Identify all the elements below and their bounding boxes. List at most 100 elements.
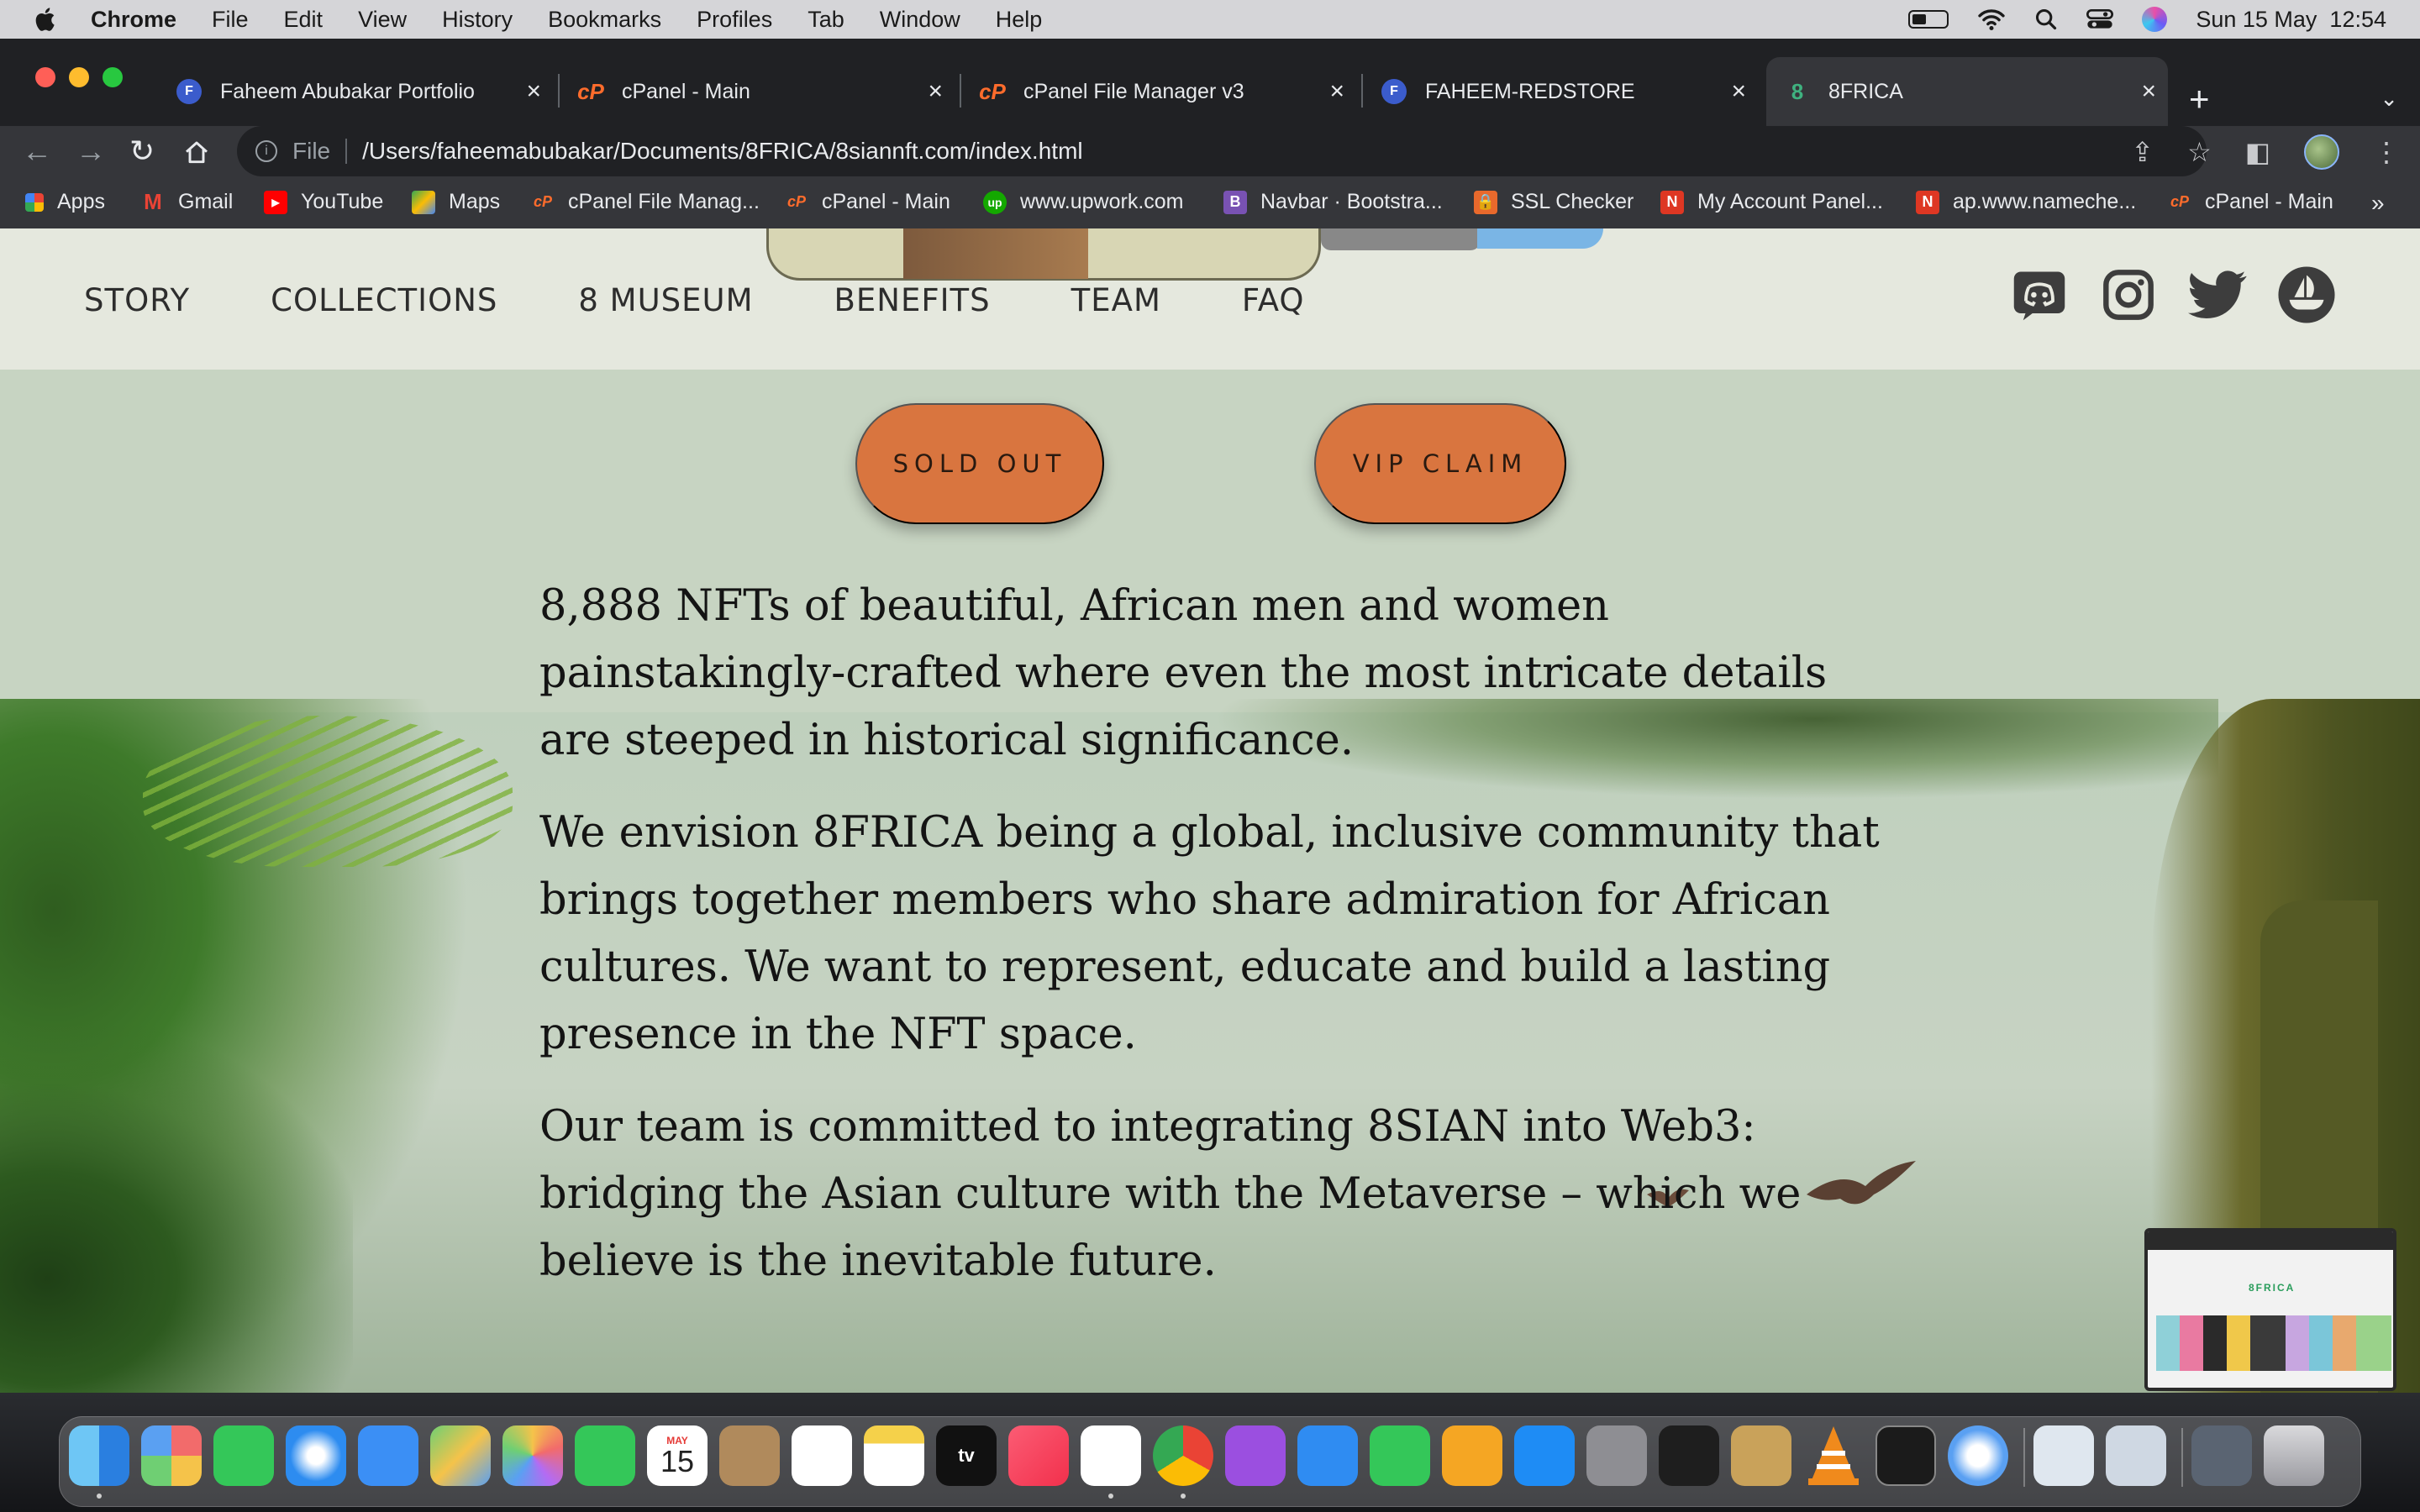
twitter-icon[interactable] [2188,265,2247,324]
maps-icon[interactable] [430,1425,491,1486]
menu-file[interactable]: File [212,7,249,33]
preview-icon[interactable] [2033,1425,2094,1486]
web-page-viewport[interactable]: STORY COLLECTIONS 8 MUSEUM BENEFITS TEAM… [0,228,2420,1393]
tab-cpanel-main[interactable]: cP cPanel - Main × [561,57,955,126]
menu-view[interactable]: View [358,7,407,33]
profile-avatar[interactable] [2304,134,2339,170]
keynote-icon[interactable] [1297,1425,1358,1486]
discord-icon[interactable] [2010,265,2069,324]
bookmark-maps[interactable]: Maps [412,190,500,214]
nav-link-faq[interactable]: FAQ [1242,282,1305,318]
bookmark-gmail[interactable]: M Gmail [141,189,233,214]
nav-link-8-museum[interactable]: 8 MUSEUM [578,282,753,318]
window-close-button[interactable] [35,67,55,87]
music-icon[interactable] [1008,1425,1069,1486]
menu-history[interactable]: History [442,7,513,33]
instagram-icon[interactable] [2099,265,2158,324]
spotlight-search-icon[interactable] [2034,8,2058,31]
bookmark-ssl-checker[interactable]: 🔒 SSL Checker [1474,190,1634,214]
sold-out-button[interactable]: SOLD OUT [855,403,1104,524]
menu-tab[interactable]: Tab [808,7,844,33]
menu-bookmarks[interactable]: Bookmarks [548,7,661,33]
finder-icon[interactable] [69,1425,129,1486]
site-info-icon[interactable]: i [255,140,277,162]
tab-close-icon[interactable]: × [928,77,943,106]
tab-cpanel-file-manager[interactable]: cP cPanel File Manager v3 × [963,57,1356,126]
back-arrow-icon[interactable]: ← [22,136,52,166]
tab-close-icon[interactable]: × [1329,77,1344,106]
tab-8frica[interactable]: 8 8FRICA × [1766,57,2168,126]
figma-icon[interactable] [1659,1425,1719,1486]
vip-claim-button[interactable]: VIP CLAIM [1314,403,1566,524]
bookmark-upwork[interactable]: up www.upwork.com [983,190,1184,214]
menu-window[interactable]: Window [880,7,960,33]
url-text[interactable]: /Users/faheemabubakar/Documents/8FRICA/8… [362,138,1083,165]
battery-icon[interactable] [1908,10,1949,29]
bookmark-my-account-panel[interactable]: N My Account Panel... [1660,190,1883,214]
launchpad-icon[interactable] [141,1425,202,1486]
menu-edit[interactable]: Edit [284,7,324,33]
screenshot-icon[interactable] [2106,1425,2166,1486]
bookmark-cpanel-file-manager[interactable]: cP cPanel File Manag... [531,190,760,214]
appletv-icon[interactable]: tv [936,1425,997,1486]
window-minimize-button[interactable] [69,67,89,87]
address-bar[interactable]: i File /Users/faheemabubakar/Documents/8… [237,126,2207,176]
nav-link-story[interactable]: STORY [84,282,190,318]
terminal-icon[interactable] [1876,1425,1936,1486]
screenshot-thumbnail-preview[interactable]: 8FRICA [2144,1228,2396,1391]
bookmark-namecheap[interactable]: N ap.www.nameche... [1916,190,2136,214]
tab-faheem-redstore[interactable]: F FAHEEM-REDSTORE × [1365,57,1758,126]
trash-icon[interactable] [2264,1425,2324,1486]
calendar-icon[interactable]: MAY 15 [647,1425,708,1486]
chrome-menu-icon[interactable]: ⋮ [2373,136,2400,168]
tab-close-icon[interactable]: × [526,77,541,106]
archive-utility-icon[interactable] [1731,1425,1791,1486]
contacts-icon[interactable] [719,1425,780,1486]
facetime-icon[interactable] [575,1425,635,1486]
forward-arrow-icon[interactable]: → [76,136,106,166]
system-preferences-icon[interactable] [1586,1425,1647,1486]
menu-help[interactable]: Help [996,7,1043,33]
nav-link-collections[interactable]: COLLECTIONS [271,282,497,318]
nav-link-benefits[interactable]: BENEFITS [834,282,991,318]
menu-bar-clock[interactable]: Sun 15 May 12:54 [2196,7,2386,33]
tab-close-icon[interactable]: × [2141,77,2156,106]
podcasts-icon[interactable] [1225,1425,1286,1486]
app-menu-chrome[interactable]: Chrome [91,7,176,33]
reload-icon[interactable]: ↻ [129,136,155,166]
chrome-icon[interactable] [1153,1425,1213,1486]
bookmark-apps[interactable]: Apps [25,190,105,214]
share-icon[interactable]: ⇪ [2131,136,2154,168]
wifi-icon[interactable] [1977,8,2006,31]
nav-link-team[interactable]: TEAM [1071,282,1161,318]
side-panel-icon[interactable]: ◧ [2245,136,2270,168]
bookmark-star-icon[interactable]: ☆ [2187,136,2212,168]
bookmark-cpanel-main-2[interactable]: cP cPanel - Main [2168,190,2333,214]
downloads-folder-icon[interactable] [2191,1425,2252,1486]
bookmark-bootstrap-navbar[interactable]: B Navbar · Bootstra... [1223,190,1443,214]
siri-icon[interactable] [2142,7,2168,32]
pages-icon[interactable] [1442,1425,1502,1486]
appstore-icon[interactable] [1514,1425,1575,1486]
tab-close-icon[interactable]: × [1731,77,1746,106]
apple-menu-icon[interactable] [32,4,60,34]
bookmark-youtube[interactable]: ▶ YouTube [264,190,383,214]
photos-icon[interactable] [502,1425,563,1486]
quicktime-icon[interactable] [1948,1425,2008,1486]
bookmarks-overflow-icon[interactable]: » [2371,190,2385,217]
vlc-icon[interactable] [1803,1425,1864,1486]
vscode-icon[interactable] [1081,1425,1141,1486]
home-icon[interactable] [183,139,210,166]
control-center-icon[interactable] [2086,8,2114,31]
window-zoom-button[interactable] [103,67,123,87]
safari-icon[interactable] [286,1425,346,1486]
mail-icon[interactable] [358,1425,418,1486]
opensea-icon[interactable] [2277,265,2336,324]
reminders-icon[interactable] [792,1425,852,1486]
numbers-icon[interactable] [1370,1425,1430,1486]
messages-icon[interactable] [213,1425,274,1486]
bookmark-cpanel-main[interactable]: cP cPanel - Main [785,190,950,214]
menu-profiles[interactable]: Profiles [697,7,772,33]
tab-search-chevron-icon[interactable]: ⌄ [2380,86,2398,112]
tab-faheem-portfolio[interactable]: F Faheem Abubakar Portfolio × [160,57,553,126]
